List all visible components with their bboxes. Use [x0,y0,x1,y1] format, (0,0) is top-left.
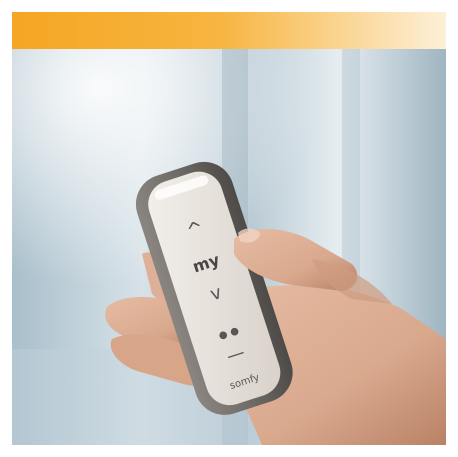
orange-header-banner [12,12,446,49]
image-frame: ^ my v ● ● — somfy [0,0,458,457]
hand-holding-remote-photo: ^ my v ● ● — somfy [12,49,446,445]
